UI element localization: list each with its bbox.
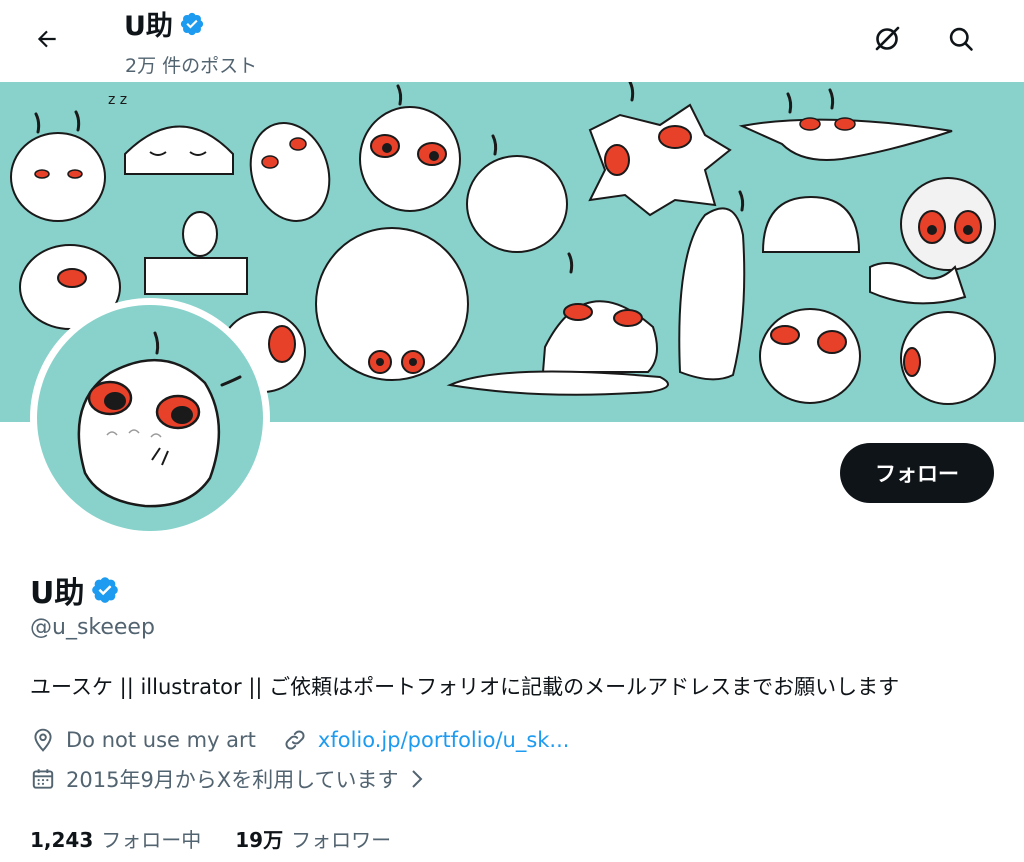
- search-button[interactable]: [938, 16, 984, 62]
- follow-button[interactable]: フォロー: [840, 443, 994, 503]
- location-pin-icon: [34, 728, 52, 752]
- top-bar: U助 2万 件のポスト: [0, 0, 1024, 82]
- verified-badge-icon[interactable]: [90, 575, 120, 605]
- arrow-left-icon: [37, 30, 56, 48]
- post-count: 2万 件のポスト: [125, 55, 258, 77]
- header-title: U助: [124, 4, 205, 43]
- header-display-name: U助: [124, 11, 173, 42]
- calendar-icon: [32, 769, 54, 789]
- profile-bio: ユースケ || illustrator || ご依頼はポートフォリオに記載のメー…: [30, 675, 900, 699]
- avatar-image: [37, 305, 263, 531]
- svg-text:z z: z z: [108, 92, 127, 108]
- profile-joined-date: 2015年9月からXを利用しています: [66, 768, 399, 792]
- following-label: フォロー中: [101, 828, 202, 852]
- followers-link[interactable]: 19万 フォロワー: [235, 824, 391, 853]
- profile-meta: Do not use my art xfolio.jp/portfolio/u_…: [30, 727, 569, 753]
- verified-badge-icon: [180, 12, 204, 35]
- following-count: 1,243: [30, 828, 94, 852]
- back-button[interactable]: [24, 16, 70, 62]
- following-link[interactable]: 1,243 フォロー中: [30, 824, 201, 853]
- profile-stats: 1,243 フォロー中 19万 フォロワー: [30, 824, 391, 853]
- profile-joined-row[interactable]: 2015年9月からXを利用しています: [30, 764, 435, 794]
- profile-name: U助: [30, 568, 120, 612]
- followers-label: フォロワー: [291, 828, 392, 852]
- profile-display-name: U助: [30, 576, 85, 611]
- profile-website-link[interactable]: xfolio.jp/portfolio/u_sk...: [318, 728, 570, 752]
- chevron-right-icon: [411, 770, 422, 788]
- grok-icon: [875, 26, 900, 51]
- profile-location: Do not use my art: [66, 728, 256, 752]
- profile-avatar[interactable]: [30, 298, 270, 538]
- grok-button[interactable]: [864, 16, 910, 62]
- profile-handle: @u_skeeep: [30, 615, 155, 640]
- followers-count: 19万: [235, 828, 284, 852]
- link-icon: [285, 730, 305, 750]
- search-icon: [949, 27, 973, 51]
